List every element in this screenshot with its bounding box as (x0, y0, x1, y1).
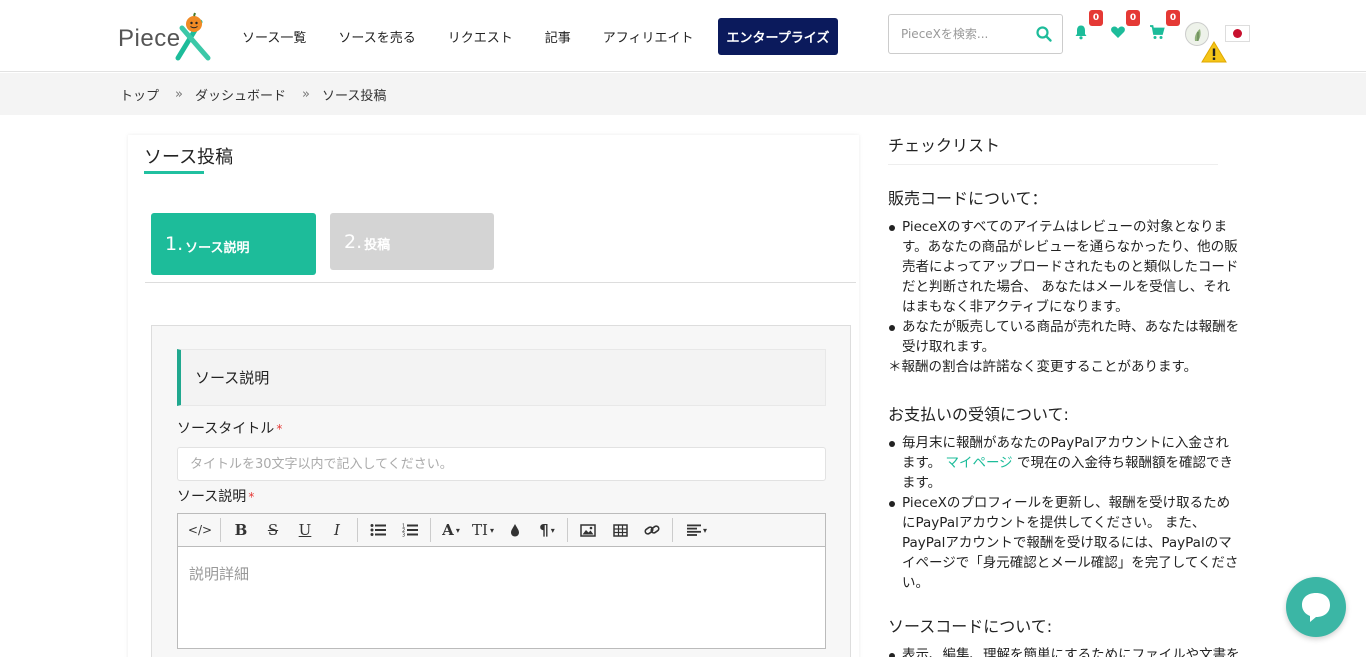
ordered-list-icon[interactable]: 123 (394, 516, 426, 544)
toolbar-separator (430, 518, 431, 542)
link-icon[interactable] (636, 516, 668, 544)
section-heading: ソース説明 (177, 349, 826, 406)
step-number: 2. (344, 230, 363, 253)
editor-toolbar: </> B S U I 123 A ▾ TI ▾ ¶ ▾ ▾ (178, 514, 825, 547)
cart-count-badge: 0 (1166, 10, 1180, 26)
chat-widget-button[interactable] (1286, 577, 1346, 637)
piecex-logo[interactable]: Piece (118, 12, 218, 62)
svg-text:3: 3 (402, 533, 405, 538)
list-item: あなたが販売している商品が売れた時、あなたは報酬を受け取れます。 (888, 317, 1240, 357)
underline-icon[interactable]: U (289, 516, 321, 544)
nav-source-list[interactable]: ソース一覧 (242, 27, 306, 46)
source-title-label: ソースタイトル * (177, 418, 282, 438)
rich-text-editor: </> B S U I 123 A ▾ TI ▾ ¶ ▾ ▾ 説明詳細 (177, 513, 826, 649)
source-description-label: ソース説明 * (177, 486, 254, 506)
title-underline (144, 171, 204, 174)
nav-affiliate[interactable]: アフィリエイト (603, 27, 694, 46)
nav-sell-source[interactable]: ソースを売る (338, 27, 415, 46)
nav-enterprise-button[interactable]: エンタープライズ (717, 17, 839, 55)
source-code-heading: ソースコードについて: (888, 617, 1053, 636)
warning-icon[interactable] (1200, 40, 1228, 64)
nav-request[interactable]: リクエスト (448, 27, 513, 46)
bell-icon[interactable] (1073, 24, 1089, 40)
japan-flag-icon[interactable] (1225, 25, 1250, 42)
breadcrumb-separator: » (175, 87, 183, 102)
breadcrumb: トップ » ダッシュボード » ソース投稿 (120, 85, 386, 104)
required-mark: * (276, 422, 283, 436)
align-icon[interactable]: ▾ (677, 516, 717, 544)
step-number: 1. (165, 233, 184, 255)
toolbar-separator (220, 518, 221, 542)
strikethrough-icon[interactable]: S (257, 516, 289, 544)
sales-code-list: PieceXのすべてのアイテムはレビューの対象となります。あなたの商品がレビュー… (888, 217, 1240, 357)
cart-icon[interactable] (1149, 24, 1165, 40)
italic-icon[interactable]: I (321, 516, 353, 544)
bullet-list-icon[interactable] (362, 516, 394, 544)
search-box (888, 14, 1063, 54)
code-view-icon[interactable]: </> (184, 516, 216, 544)
list-item: PieceXのプロフィールを更新し、報酬を受け取るためにPayPalアカウントを… (888, 493, 1240, 593)
breadcrumb-top[interactable]: トップ (120, 85, 159, 104)
list-item: 表示、編集、理解を簡単にするためにファイルや文書を整理してください。 (888, 645, 1240, 657)
source-post-card: ソース投稿 1. ソース説明 2. 投稿 ソース説明 ソースタイトル* ソース説… (128, 135, 859, 657)
font-color-icon[interactable]: A ▾ (435, 516, 467, 544)
payment-list: 毎月末に報酬があなたのPayPalアカウントに入金されます。 マイページ で現在… (888, 433, 1240, 593)
mypage-link[interactable]: マイページ (945, 455, 1012, 471)
step-2-post[interactable]: 2. 投稿 (330, 213, 494, 270)
list-item: 毎月末に報酬があなたのPayPalアカウントに入金されます。 マイページ で現在… (888, 433, 1240, 493)
editor-content-area[interactable]: 説明詳細 (178, 547, 825, 600)
breadcrumb-current: ソース投稿 (321, 89, 387, 104)
step-label: 投稿 (364, 238, 391, 253)
divider (145, 282, 856, 283)
search-icon[interactable] (1035, 25, 1053, 43)
bold-icon[interactable]: B (225, 516, 257, 544)
toolbar-separator (567, 518, 568, 542)
checklist-title: チェックリスト (888, 132, 1218, 165)
site-header: Piece ソース一覧 ソースを売る リクエスト 記事 アフィリエイト エンター… (0, 0, 1366, 72)
page-title: ソース投稿 (144, 147, 234, 168)
source-description-form: ソース説明 ソースタイトル* ソース説明* </> B S U I 123 (151, 325, 851, 657)
font-size-icon[interactable]: TI ▾ (467, 516, 499, 544)
nav-articles[interactable]: 記事 (545, 27, 571, 46)
breadcrumb-separator: » (302, 87, 310, 102)
favorites-count-badge: 0 (1126, 10, 1140, 26)
source-title-label-text: ソースタイトル (177, 421, 275, 437)
source-code-list: 表示、編集、理解を簡単にするためにファイルや文書を整理してください。 (888, 645, 1240, 657)
sales-code-heading: 販売コードについて： (888, 189, 1048, 208)
source-description-label-text: ソース説明 (177, 489, 247, 505)
list-item: PieceXのすべてのアイテムはレビューの対象となります。あなたの商品がレビュー… (888, 217, 1240, 317)
table-icon[interactable] (604, 516, 636, 544)
reward-note: ＊報酬の割合は許諾なく変更することがあります。 (888, 359, 1198, 375)
chat-bubble-icon (1302, 593, 1330, 622)
color-drop-icon[interactable] (499, 516, 531, 544)
checklist-panel: チェックリスト 販売コードについて： PieceXのすべてのアイテムはレビューの… (888, 132, 1240, 657)
required-mark: * (248, 490, 255, 504)
heart-icon[interactable] (1110, 24, 1126, 40)
breadcrumb-bar: トップ » ダッシュボード » ソース投稿 (0, 73, 1366, 115)
image-icon[interactable] (572, 516, 604, 544)
toolbar-separator (357, 518, 358, 542)
paragraph-icon[interactable]: ¶ ▾ (531, 516, 563, 544)
step-label: ソース説明 (185, 240, 250, 256)
toolbar-separator (672, 518, 673, 542)
logo-x-mark-icon (175, 12, 211, 61)
breadcrumb-dashboard[interactable]: ダッシュボード (195, 85, 286, 104)
search-input[interactable] (901, 27, 1036, 41)
main-nav: ソース一覧 ソースを売る リクエスト 記事 アフィリエイト エンタープライズ (242, 17, 870, 55)
notification-count-badge: 0 (1089, 10, 1103, 26)
payment-heading: お支払いの受領について: (888, 405, 1069, 424)
step-1-source-description[interactable]: 1. ソース説明 (151, 213, 316, 275)
source-title-input[interactable] (177, 447, 826, 481)
